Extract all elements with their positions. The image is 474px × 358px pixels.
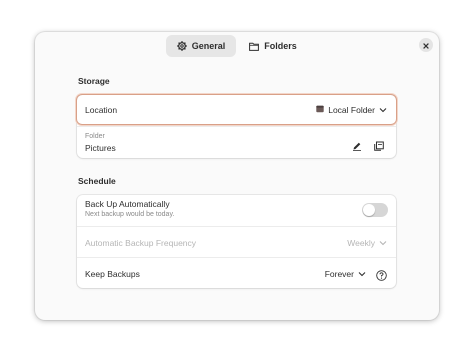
chevron-down-icon — [358, 269, 366, 279]
location-label: Location — [85, 105, 118, 115]
edit-icon[interactable] — [352, 138, 362, 156]
location-dropdown[interactable]: Local Folder — [316, 105, 387, 115]
switch-knob — [363, 204, 375, 216]
folder-browse-icon[interactable] — [374, 138, 384, 156]
keep-backups-row: Keep Backups Forever — [77, 257, 396, 288]
frequency-row: Automatic Backup Frequency Weekly — [77, 226, 396, 257]
frequency-label: Automatic Backup Frequency — [85, 238, 197, 248]
folder-icon — [249, 42, 260, 51]
keep-backups-value: Forever — [324, 269, 354, 279]
schedule-section-title: Schedule — [78, 176, 116, 186]
close-button[interactable] — [419, 38, 433, 52]
folder-row: Folder Pictures — [77, 126, 396, 158]
folder-value: Pictures — [85, 143, 116, 153]
storage-section-title: Storage — [78, 76, 110, 86]
tab-folders-label: Folders — [264, 41, 297, 51]
location-value: Local Folder — [328, 105, 375, 115]
auto-backup-switch[interactable] — [362, 203, 388, 217]
storage-card: Location Local Folder Folder Pictures — [76, 94, 397, 158]
tab-bar: General Folders — [35, 35, 439, 57]
chevron-down-icon — [379, 105, 387, 115]
tab-general-label: General — [191, 41, 226, 51]
close-icon — [423, 36, 429, 54]
auto-backup-row[interactable]: Back Up Automatically Next backup would … — [77, 195, 396, 226]
frequency-dropdown: Weekly — [347, 238, 387, 248]
help-icon[interactable] — [376, 268, 387, 286]
folder-caption: Folder — [85, 133, 105, 140]
preferences-window: General Folders Storage Location Local F… — [35, 32, 439, 320]
location-row[interactable]: Location Local Folder — [76, 94, 397, 126]
auto-backup-subtitle: Next backup would be today. — [85, 211, 175, 218]
tab-folders[interactable]: Folders — [243, 35, 303, 57]
keep-backups-dropdown[interactable]: Forever — [325, 269, 366, 279]
gear-icon — [176, 41, 187, 51]
tab-general[interactable]: General — [166, 35, 236, 57]
auto-backup-label: Back Up Automatically — [85, 199, 170, 209]
schedule-card: Back Up Automatically Next backup would … — [77, 195, 396, 288]
frequency-value: Weekly — [347, 238, 375, 248]
keep-backups-label: Keep Backups — [85, 269, 140, 279]
chevron-down-icon — [379, 238, 387, 248]
drive-icon — [316, 105, 324, 115]
